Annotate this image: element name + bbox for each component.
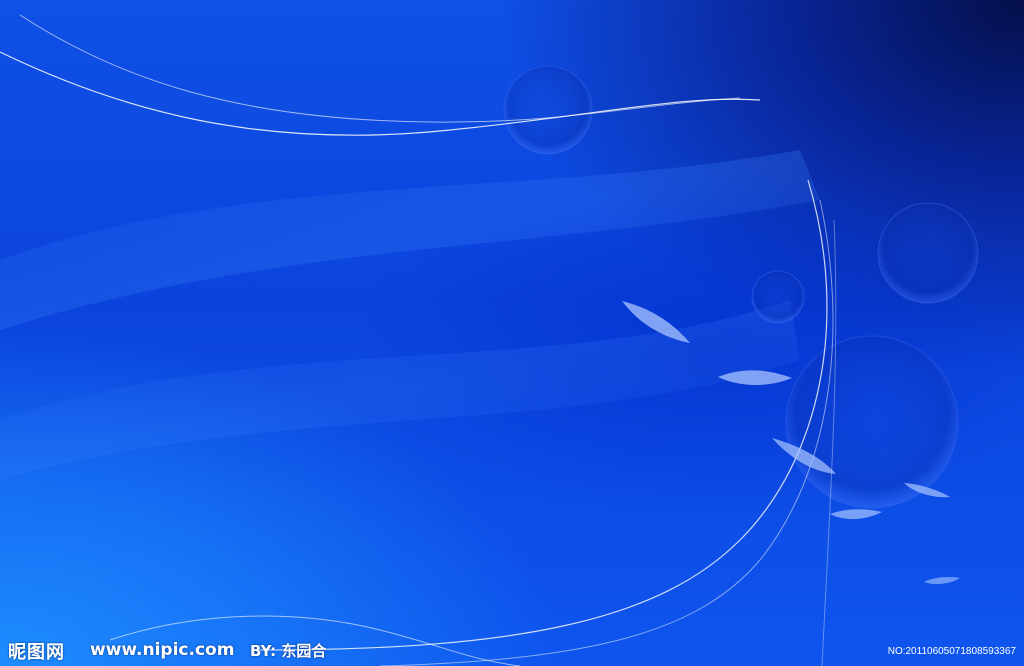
sheen-band xyxy=(0,300,800,480)
wallpaper-canvas: 昵图网 www.nipic.com BY: 东园合 NO:20110605071… xyxy=(0,0,1024,666)
bubble xyxy=(785,335,959,509)
swoosh-line xyxy=(0,51,761,136)
swoosh-line xyxy=(379,199,834,666)
swoosh-line xyxy=(19,14,741,123)
bubble xyxy=(751,270,805,324)
watermark-site-name: 昵图网 xyxy=(8,642,65,663)
decorative-artwork xyxy=(0,14,979,666)
petal xyxy=(830,509,882,520)
watermark-image-number: NO:20110605071808593367 xyxy=(887,646,1016,657)
watermark-author: BY: 东园合 xyxy=(250,642,327,660)
sheen-band xyxy=(0,150,820,330)
bubble xyxy=(877,202,979,304)
bubble xyxy=(503,65,593,155)
watermark-site-url: www.nipic.com xyxy=(90,640,235,660)
petal xyxy=(924,577,960,585)
